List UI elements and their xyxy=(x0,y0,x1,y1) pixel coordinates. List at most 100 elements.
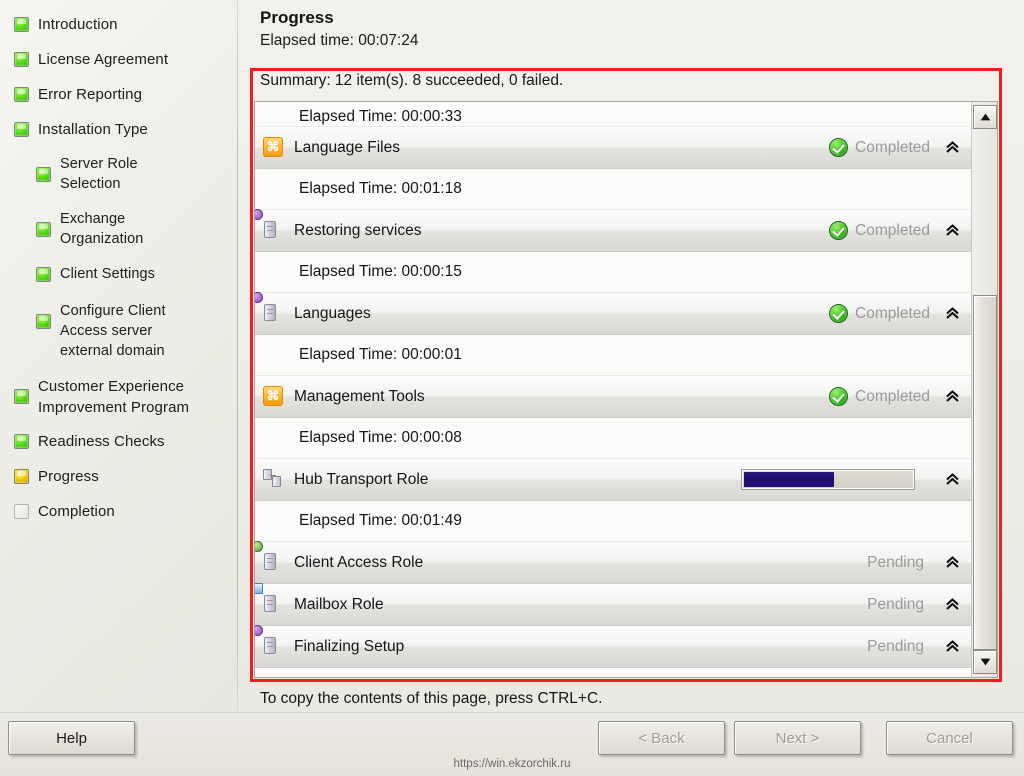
sidebar-item-label: Introduction xyxy=(38,16,118,33)
status-label: Pending xyxy=(867,553,924,571)
finalizing-icon xyxy=(255,624,285,658)
wizard-steps-sidebar: Introduction License Agreement Error Repor… xyxy=(0,0,238,712)
progress-task-row[interactable]: Hub Transport Role xyxy=(255,459,972,501)
progress-detail-row: Elapsed Time: 00:01:18 xyxy=(255,169,972,210)
status-badge: Completed xyxy=(829,138,930,157)
next-button[interactable]: Next > xyxy=(734,721,861,755)
step-done-icon xyxy=(36,267,51,282)
task-label: Finalizing Setup xyxy=(294,637,405,655)
status-label: Pending xyxy=(867,637,924,655)
task-label: Mailbox Role xyxy=(294,595,384,613)
progress-task-row[interactable]: Mailbox Role Pending xyxy=(255,582,972,626)
progress-task-row[interactable]: ⌘ Management Tools Completed xyxy=(255,376,972,418)
exchange-icon: ⌘ xyxy=(263,385,285,408)
chevron-up-icon[interactable] xyxy=(940,385,964,409)
sidebar-item-readiness-checks[interactable]: Readiness Checks xyxy=(0,431,238,453)
chevron-up-icon[interactable] xyxy=(940,302,964,326)
mailbox-icon xyxy=(255,582,285,616)
sidebar-item-client-settings[interactable]: Client Settings xyxy=(0,264,238,286)
server-services-icon xyxy=(255,208,285,242)
task-label: Hub Transport Role xyxy=(294,470,429,488)
sidebar-item-label: Progress xyxy=(38,468,99,485)
elapsed-time-label: Elapsed time: 00:07:24 xyxy=(260,32,419,49)
sidebar-item-exchange-organization[interactable]: Exchange Organization xyxy=(0,209,238,249)
sidebar-item-completion[interactable]: Completion xyxy=(0,501,238,523)
client-access-icon xyxy=(255,540,285,574)
check-circle-icon xyxy=(829,221,849,240)
help-button[interactable]: Help xyxy=(8,721,135,755)
sidebar-item-server-role-selection[interactable]: Server Role Selection xyxy=(0,154,238,194)
step-pending-icon xyxy=(14,504,29,519)
check-circle-icon xyxy=(829,304,849,323)
progress-task-row[interactable]: Languages Completed xyxy=(255,291,972,335)
sidebar-item-label: Exchange Organization xyxy=(60,211,144,247)
sidebar-item-installation-type[interactable]: Installation Type xyxy=(0,119,238,141)
task-label: Language Files xyxy=(294,138,400,156)
progress-detail-row: Elapsed Time: 00:01:49 xyxy=(255,501,972,542)
sidebar-item-customer-experience-improvement-program[interactable]: Customer Experience Improvement Program xyxy=(0,376,238,418)
status-label: Completed xyxy=(855,387,930,405)
exchange-setup-wizard: Introduction License Agreement Error Repor… xyxy=(0,0,1024,776)
task-status-area: Completed xyxy=(829,127,964,168)
progress-task-row[interactable]: Client Access Role Pending xyxy=(255,540,972,584)
status-badge: Pending xyxy=(867,638,930,656)
sidebar-item-introduction[interactable]: Introduction xyxy=(0,14,238,36)
exchange-icon: ⌘ xyxy=(263,136,285,159)
sidebar-item-label: Client Settings xyxy=(60,266,155,282)
progress-task-row[interactable]: ⌘ Language Files Completed xyxy=(255,127,972,169)
step-done-icon xyxy=(36,167,51,182)
elapsed-time-value: Elapsed Time: 00:01:49 xyxy=(299,512,462,529)
chevron-up-icon[interactable] xyxy=(940,468,964,492)
step-done-icon xyxy=(14,122,29,137)
vertical-scrollbar[interactable] xyxy=(971,102,997,677)
elapsed-time-value: Elapsed Time: 00:00:33 xyxy=(299,108,462,125)
status-label: Pending xyxy=(867,595,924,613)
scroll-up-button[interactable] xyxy=(973,105,997,129)
progress-detail-row: Elapsed Time: 00:00:33 xyxy=(255,102,972,127)
status-label: Completed xyxy=(855,138,930,156)
scroll-down-button[interactable] xyxy=(973,650,997,674)
watermark: https://win.ekzorchik.ru xyxy=(453,758,571,770)
step-done-icon xyxy=(14,87,29,102)
progress-task-row[interactable]: Finalizing Setup Pending xyxy=(255,624,972,668)
task-status-area: Completed xyxy=(829,210,964,251)
progress-task-row[interactable]: Restoring services Completed xyxy=(255,208,972,252)
triangle-up-icon xyxy=(980,113,990,121)
sidebar-item-label: License Agreement xyxy=(38,51,169,68)
check-circle-icon xyxy=(829,387,849,406)
step-done-icon xyxy=(14,17,29,32)
task-label: Languages xyxy=(294,304,371,322)
chevron-up-icon[interactable] xyxy=(940,219,964,243)
task-progress-bar xyxy=(741,469,915,490)
scrollbar-thumb[interactable] xyxy=(973,295,997,650)
chevron-up-icon[interactable] xyxy=(940,593,964,617)
chevron-up-icon[interactable] xyxy=(940,551,964,575)
sidebar-item-progress[interactable]: Progress xyxy=(0,466,238,488)
sidebar-item-label: Customer Experience Improvement Program xyxy=(38,378,190,416)
sidebar-item-label: Completion xyxy=(38,503,115,520)
elapsed-time-value: Elapsed Time: 00:00:08 xyxy=(299,429,462,446)
triangle-down-icon xyxy=(980,658,990,666)
check-circle-icon xyxy=(829,138,849,157)
step-done-icon xyxy=(14,434,29,449)
task-status-area: Completed xyxy=(829,376,964,417)
progress-listbox: Elapsed Time: 00:00:33 ⌘ Language Files Com… xyxy=(254,101,998,678)
task-status-area: Pending xyxy=(867,626,964,667)
task-status-area xyxy=(741,459,964,500)
back-button[interactable]: < Back xyxy=(598,721,725,755)
sidebar-item-configure-client-access-server-external-domain[interactable]: Configure Client Access server external … xyxy=(0,301,238,361)
sidebar-item-error-reporting[interactable]: Error Reporting xyxy=(0,84,238,106)
hub-transport-icon xyxy=(263,468,285,491)
chevron-up-icon[interactable] xyxy=(940,136,964,160)
cancel-button[interactable]: Cancel xyxy=(886,721,1013,755)
sidebar-item-label: Server Role Selection xyxy=(60,156,138,192)
task-label: Management Tools xyxy=(294,387,425,405)
sidebar-item-license-agreement[interactable]: License Agreement xyxy=(0,49,238,71)
progress-detail-row: Elapsed Time: 00:00:15 xyxy=(255,252,972,293)
step-current-icon xyxy=(14,469,29,484)
status-label: Completed xyxy=(855,221,930,239)
page-title: Progress xyxy=(260,8,334,27)
chevron-up-icon[interactable] xyxy=(940,635,964,659)
task-status-area: Completed xyxy=(829,293,964,334)
step-done-icon xyxy=(14,389,29,404)
